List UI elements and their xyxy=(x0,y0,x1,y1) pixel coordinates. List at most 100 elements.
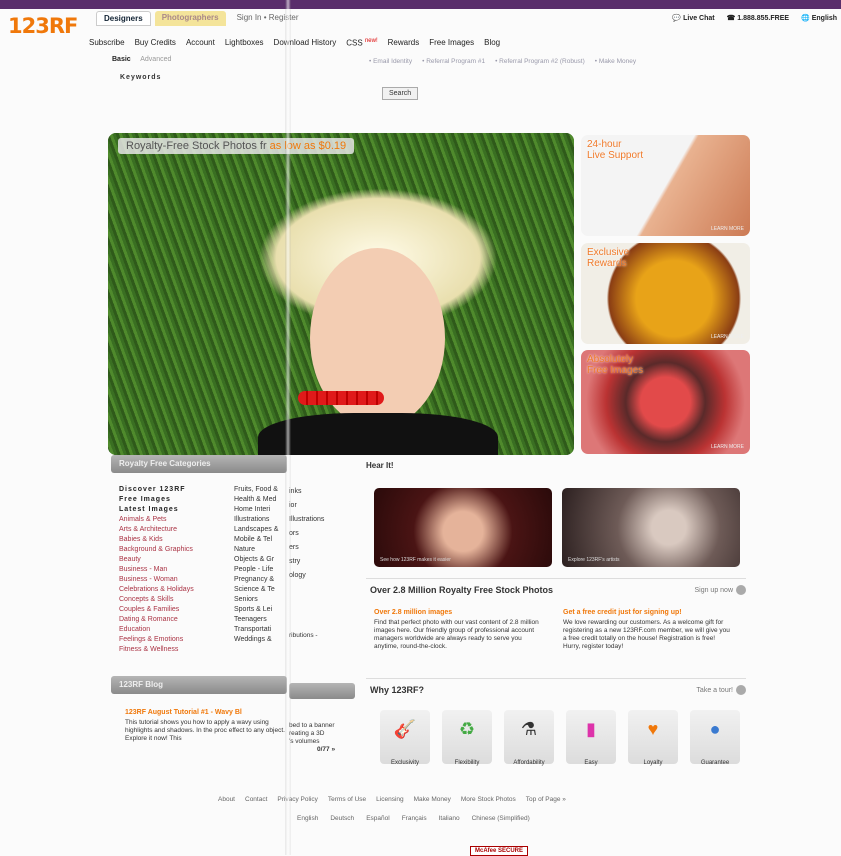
sub-link[interactable]: • Make Money xyxy=(595,58,636,65)
search-button[interactable]: Search xyxy=(382,87,419,100)
col-title[interactable]: Get a free credit just for signing up! xyxy=(563,609,682,616)
category-item[interactable]: Landscapes & xyxy=(234,525,278,535)
category-item[interactable]: Latest Images xyxy=(119,505,194,515)
footer-link[interactable]: Contact xyxy=(245,796,267,803)
language-link[interactable]: Italiano xyxy=(439,815,460,822)
language-link[interactable]: English xyxy=(297,815,318,822)
category-item[interactable]: Beauty xyxy=(119,555,194,565)
category-item[interactable]: Health & Med xyxy=(234,495,278,505)
video-thumbnail[interactable]: See how 123RF makes it easier xyxy=(374,488,552,567)
nav-css[interactable]: CSS new! xyxy=(346,38,377,48)
category-item[interactable]: Science & Te xyxy=(234,585,278,595)
category-item[interactable]: ior xyxy=(289,499,324,513)
category-item[interactable]: ors xyxy=(289,527,324,541)
category-item[interactable]: Fitness & Wellness xyxy=(119,645,194,655)
category-item[interactable]: Teenagers xyxy=(234,615,278,625)
video-caption: Explore 123RF's artists xyxy=(568,557,620,563)
category-item[interactable]: Free Images xyxy=(119,495,194,505)
category-item[interactable]: Business - Woman xyxy=(119,575,194,585)
sub-link[interactable]: • Email Identity xyxy=(369,58,412,65)
nav-lightboxes[interactable]: Lightboxes xyxy=(225,38,264,48)
category-item[interactable]: ology xyxy=(289,569,324,583)
category-item[interactable]: Seniors xyxy=(234,595,278,605)
nav-blog[interactable]: Blog xyxy=(484,38,500,48)
category-item[interactable]: Education xyxy=(119,625,194,635)
category-item[interactable]: Fruits, Food & xyxy=(234,485,278,495)
category-item[interactable]: Babies & Kids xyxy=(119,535,194,545)
live-chat-link[interactable]: 💬 Live Chat xyxy=(672,14,714,22)
feature-affordability[interactable]: ⚗ Affordability xyxy=(504,710,554,766)
category-item[interactable]: Illustrations xyxy=(289,513,324,527)
category-item[interactable]: Home Interi xyxy=(234,505,278,515)
feature-easy[interactable]: ▮ Easy xyxy=(566,710,616,766)
promo-free-images[interactable]: Absolutely Free Images LEARN MORE xyxy=(581,350,750,454)
category-item[interactable]: Weddings & xyxy=(234,635,278,645)
take-a-tour-link[interactable]: Take a tour! xyxy=(696,685,746,695)
category-item[interactable]: Animals & Pets xyxy=(119,515,194,525)
logo[interactable]: 123RF xyxy=(8,14,78,38)
category-item[interactable]: Discover 123RF xyxy=(119,485,194,495)
top-right: 💬 Live Chat ☎ 1.888.855.FREE 🌐 English xyxy=(672,14,837,22)
video-thumbnail[interactable]: Explore 123RF's artists xyxy=(562,488,740,567)
category-item[interactable]: ers xyxy=(289,541,324,555)
tab-photographers[interactable]: Photographers xyxy=(154,11,226,26)
sign-up-link[interactable]: Sign up now xyxy=(694,585,746,595)
footer-link[interactable]: Make Money xyxy=(414,796,451,803)
blog-heading: 123RF Blog xyxy=(111,676,287,694)
tab-designers[interactable]: Designers xyxy=(96,11,151,26)
sub-links: • Email Identity • Referral Program #1 •… xyxy=(369,58,636,65)
hero-banner[interactable]: Royalty-Free Stock Photos fr as low as $… xyxy=(118,138,355,154)
nav-subscribe[interactable]: Subscribe xyxy=(89,38,125,48)
nav-download-history[interactable]: Download History xyxy=(274,38,337,48)
category-item[interactable]: Couples & Families xyxy=(119,605,194,615)
search-advanced-tab[interactable]: Advanced xyxy=(140,56,171,63)
feature-loyalty[interactable]: ♥ Loyalty xyxy=(628,710,678,766)
category-item[interactable]: Celebrations & Holidays xyxy=(119,585,194,595)
category-item[interactable]: Dating & Romance xyxy=(119,615,194,625)
footer-link[interactable]: Terms of Use xyxy=(328,796,366,803)
category-item[interactable]: inks xyxy=(289,485,324,499)
feature-flexibility[interactable]: ♻ Flexibility xyxy=(442,710,492,766)
category-item[interactable]: Pregnancy & xyxy=(234,575,278,585)
language-link[interactable]: Deutsch xyxy=(330,815,354,822)
category-item[interactable]: Concepts & Skills xyxy=(119,595,194,605)
footer-link[interactable]: Privacy Policy xyxy=(277,796,317,803)
pager[interactable]: 0/77 » xyxy=(289,746,335,753)
category-item[interactable]: stry xyxy=(289,555,324,569)
category-item[interactable]: Business - Man xyxy=(119,565,194,575)
feature-exclusivity[interactable]: 🎸 Exclusivity xyxy=(380,710,430,766)
nav-account[interactable]: Account xyxy=(186,38,215,48)
category-item[interactable]: Arts & Architecture xyxy=(119,525,194,535)
category-item[interactable]: Feelings & Emotions xyxy=(119,635,194,645)
language-link[interactable]: Français xyxy=(402,815,427,822)
category-item[interactable]: Sports & Lei xyxy=(234,605,278,615)
nav-buy-credits[interactable]: Buy Credits xyxy=(135,38,176,48)
footer-link[interactable]: Licensing xyxy=(376,796,403,803)
category-item[interactable]: Nature xyxy=(234,545,278,555)
sub-link[interactable]: • Referral Program #2 (Robust) xyxy=(495,58,585,65)
category-item[interactable]: Transportati xyxy=(234,625,278,635)
language-link[interactable]: Chinese (Simplified) xyxy=(472,815,530,822)
language-link[interactable]: Español xyxy=(366,815,390,822)
category-item[interactable]: Background & Graphics xyxy=(119,545,194,555)
search-basic-tab[interactable]: Basic xyxy=(112,56,131,63)
sub-link[interactable]: • Referral Program #1 xyxy=(422,58,485,65)
language-select[interactable]: 🌐 English xyxy=(801,14,837,22)
promo-rewards[interactable]: Exclusive Rewards LEARN MORE xyxy=(581,243,750,344)
mid-column-text: bed to a banner reating a 3D's volumes 0/7… xyxy=(289,722,336,753)
nav-rewards[interactable]: Rewards xyxy=(388,38,420,48)
nav-free-images[interactable]: Free Images xyxy=(429,38,474,48)
footer-link[interactable]: More Stock Photos xyxy=(461,796,516,803)
feature-guarantee[interactable]: ● Guarantee xyxy=(690,710,740,766)
category-item[interactable]: Mobile & Tel xyxy=(234,535,278,545)
promo-live-support[interactable]: 24-hour Live Support LEARN MORE xyxy=(581,135,750,236)
hero-image[interactable] xyxy=(108,133,574,455)
blog-post-title[interactable]: 123RF August Tutorial #1 - Wavy Bl xyxy=(125,709,242,716)
category-item[interactable]: Illustrations xyxy=(234,515,278,525)
footer-link[interactable]: Top of Page » xyxy=(526,796,566,803)
sign-in-link[interactable]: Sign In • Register xyxy=(230,11,306,26)
mid-column-heading xyxy=(289,683,355,699)
category-item[interactable]: People - Life xyxy=(234,565,278,575)
footer-link[interactable]: About xyxy=(218,796,235,803)
category-item[interactable]: Objects & Gr xyxy=(234,555,278,565)
